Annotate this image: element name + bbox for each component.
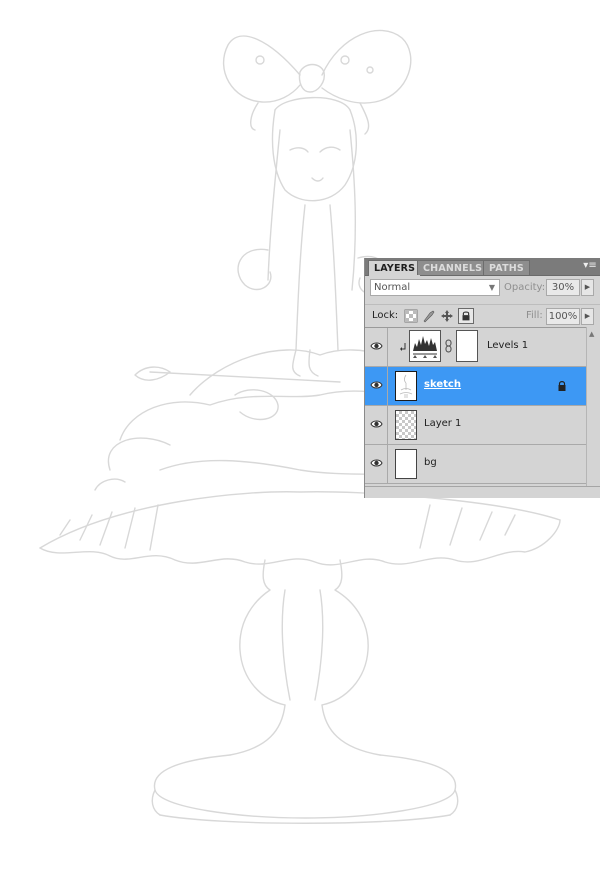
lock-transparent-pixels-icon[interactable] <box>404 309 418 323</box>
blend-row: Normal ▼ Opacity: 30% ▶ <box>365 279 600 297</box>
layer-list-scrollbar[interactable]: ▲ <box>586 327 600 487</box>
visibility-toggle[interactable] <box>365 406 388 444</box>
lock-image-pixels-icon[interactable] <box>422 309 436 323</box>
histogram-icon <box>413 336 437 358</box>
layer-thumbnail[interactable] <box>395 371 417 401</box>
layer-thumbnail[interactable] <box>395 449 417 479</box>
tab-paths[interactable]: PATHS <box>483 260 530 275</box>
eye-icon <box>370 381 383 389</box>
levels-adjustment-thumbnail[interactable] <box>409 330 441 362</box>
lock-position-icon[interactable] <box>440 309 454 323</box>
clipping-mask-arrow-icon <box>400 343 406 351</box>
lock-row: Lock: Fill: 100% ▶ <box>365 304 600 325</box>
layer-row-levels-1[interactable]: Levels 1 <box>365 328 586 367</box>
tab-channels[interactable]: CHANNELS <box>417 260 489 275</box>
layer-locked-icon <box>558 381 566 391</box>
blend-mode-select[interactable]: Normal ▼ <box>370 279 500 296</box>
opacity-label[interactable]: Opacity: <box>504 280 545 296</box>
layer-row-bg[interactable]: bg <box>365 445 586 484</box>
eye-icon <box>370 420 383 428</box>
layer-name: Layer 1 <box>424 418 462 429</box>
fill-label[interactable]: Fill: <box>526 310 543 321</box>
opacity-input[interactable]: 30% <box>546 279 580 296</box>
eye-icon <box>370 342 383 350</box>
layer-list: Levels 1 sketch Layer 1 bg <box>365 327 586 488</box>
layer-thumbnail[interactable] <box>395 410 417 440</box>
fill-input[interactable]: 100% <box>546 308 580 325</box>
panel-footer <box>365 486 600 498</box>
layer-mask-thumbnail[interactable] <box>456 330 478 362</box>
panel-menu-icon[interactable]: ▾≡ <box>583 261 597 271</box>
sketch-thumbnail-art <box>399 374 413 398</box>
link-chain-icon[interactable] <box>445 339 452 353</box>
blend-mode-value: Normal <box>374 282 411 293</box>
visibility-toggle[interactable] <box>365 328 388 366</box>
chevron-down-icon: ▼ <box>488 283 495 292</box>
layers-panel: LAYERS CHANNELS PATHS ▾≡ Normal ▼ Opacit… <box>364 258 600 498</box>
opacity-slider-toggle[interactable]: ▶ <box>581 279 594 296</box>
eye-icon <box>370 459 383 467</box>
panel-tab-bar: LAYERS CHANNELS PATHS ▾≡ <box>365 258 600 276</box>
layer-row-sketch[interactable]: sketch <box>365 367 586 406</box>
visibility-toggle[interactable] <box>365 367 388 405</box>
lock-label: Lock: <box>372 310 399 321</box>
fill-slider-toggle[interactable]: ▶ <box>581 308 594 325</box>
lock-all-icon[interactable] <box>458 308 474 324</box>
tab-layers[interactable]: LAYERS <box>368 260 422 276</box>
layer-name: bg <box>424 457 437 468</box>
layer-row-layer-1[interactable]: Layer 1 <box>365 406 586 445</box>
layer-name: sketch <box>424 379 461 390</box>
layer-name: Levels 1 <box>487 340 529 351</box>
visibility-toggle[interactable] <box>365 445 388 483</box>
scroll-up-arrow-icon[interactable]: ▲ <box>589 330 594 338</box>
